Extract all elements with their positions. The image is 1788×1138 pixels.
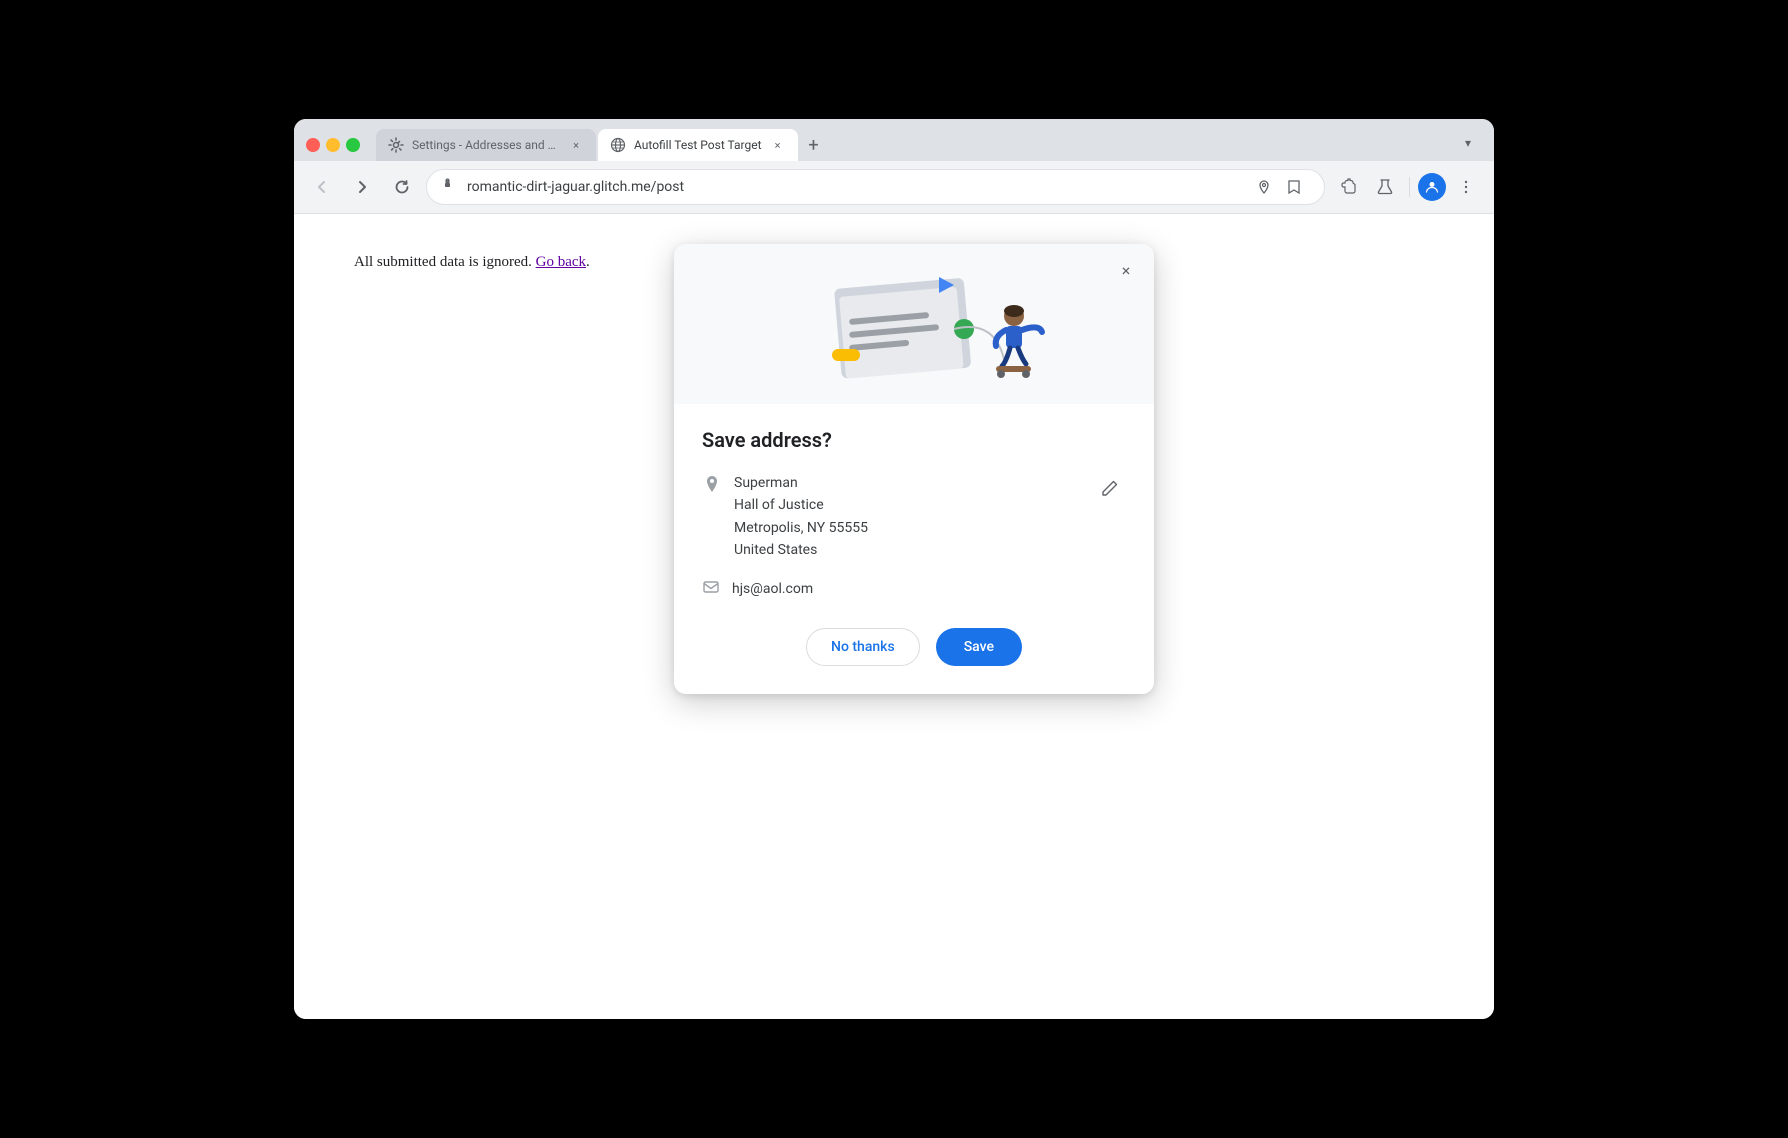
email-info-section: hjs@aol.com	[702, 578, 1126, 600]
nav-right-buttons	[1333, 171, 1482, 203]
url-display: romantic-dirt-jaguar.glitch.me/post	[467, 179, 1242, 195]
refresh-button[interactable]	[386, 171, 418, 203]
address-actions	[1250, 173, 1308, 201]
illustration-svg	[754, 249, 1074, 399]
security-icon	[443, 177, 459, 197]
address-bar[interactable]: romantic-dirt-jaguar.glitch.me/post	[426, 169, 1325, 205]
forward-arrow-icon	[353, 178, 371, 196]
refresh-icon	[393, 178, 411, 196]
no-thanks-button[interactable]: No thanks	[806, 628, 920, 666]
popup-actions: No thanks Save	[702, 628, 1126, 666]
address-country: United States	[734, 539, 1082, 561]
address-street: Hall of Justice	[734, 494, 1082, 516]
settings-tab-close[interactable]: ×	[568, 137, 584, 153]
popup-body: Save address? Superman Hall of Justice M…	[674, 404, 1154, 694]
gear-icon	[388, 137, 404, 153]
tabs-dropdown-button[interactable]: ▾	[1454, 129, 1482, 157]
popup-close-button[interactable]: ×	[1112, 256, 1140, 284]
traffic-lights	[306, 138, 360, 152]
navigation-bar: romantic-dirt-jaguar.glitch.me/post	[294, 161, 1494, 214]
nav-divider	[1409, 177, 1410, 197]
lab-button[interactable]	[1369, 171, 1401, 203]
tab-autofill[interactable]: Autofill Test Post Target ×	[598, 129, 798, 161]
page-text-static: All submitted data is ignored.	[354, 254, 532, 270]
settings-tab-title: Settings - Addresses and mo	[412, 138, 560, 152]
minimize-traffic-light[interactable]	[326, 138, 340, 152]
extensions-button[interactable]	[1333, 171, 1365, 203]
title-bar: Settings - Addresses and mo × Autofill T…	[294, 119, 1494, 161]
bookmark-button[interactable]	[1280, 173, 1308, 201]
autofill-tab-close[interactable]: ×	[770, 137, 786, 153]
maximize-traffic-light[interactable]	[346, 138, 360, 152]
forward-button[interactable]	[346, 171, 378, 203]
page-content: All submitted data is ignored. Go back. …	[294, 214, 1494, 1019]
save-address-popup: ×	[674, 244, 1154, 694]
edit-address-button[interactable]	[1094, 472, 1126, 504]
menu-button[interactable]	[1450, 171, 1482, 203]
back-arrow-icon	[313, 178, 331, 196]
tab-bar: Settings - Addresses and mo × Autofill T…	[376, 129, 1446, 161]
location-icon	[702, 474, 722, 499]
new-tab-button[interactable]: +	[800, 131, 828, 159]
address-info-section: Superman Hall of Justice Metropolis, NY …	[702, 472, 1126, 562]
back-button[interactable]	[306, 171, 338, 203]
email-display: hjs@aol.com	[732, 581, 813, 597]
popup-title: Save address?	[702, 428, 1126, 452]
close-traffic-light[interactable]	[306, 138, 320, 152]
globe-icon	[610, 137, 626, 153]
address-name: Superman	[734, 472, 1082, 494]
save-button[interactable]: Save	[936, 628, 1022, 666]
browser-window: Settings - Addresses and mo × Autofill T…	[294, 119, 1494, 1019]
autofill-tab-title: Autofill Test Post Target	[634, 138, 762, 152]
address-details: Superman Hall of Justice Metropolis, NY …	[734, 472, 1082, 562]
location-pin-button[interactable]	[1250, 173, 1278, 201]
email-icon	[702, 578, 720, 600]
address-city-state: Metropolis, NY 55555	[734, 517, 1082, 539]
go-back-link[interactable]: Go back	[536, 254, 586, 270]
popup-illustration	[674, 244, 1154, 404]
profile-button[interactable]	[1418, 173, 1446, 201]
tab-settings[interactable]: Settings - Addresses and mo ×	[376, 129, 596, 161]
